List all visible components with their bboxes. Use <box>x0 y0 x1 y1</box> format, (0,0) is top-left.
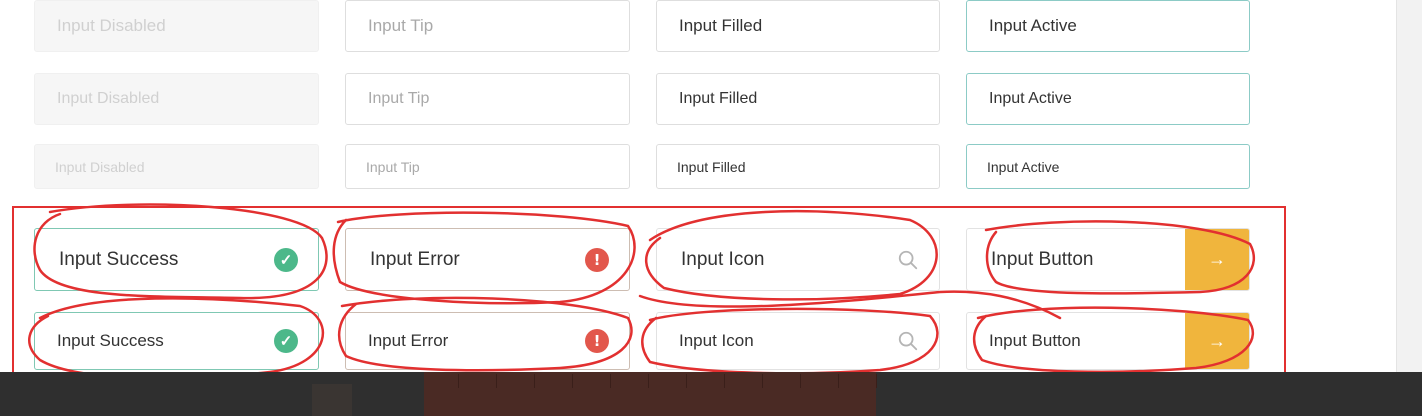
thumbnail-image <box>312 384 352 416</box>
bottom-dark-bar <box>0 372 1422 416</box>
input-filled[interactable]: Input Filled <box>656 0 940 52</box>
input-value: Input Active <box>989 90 1072 107</box>
color-swatch-strip <box>424 372 877 416</box>
input-disabled: Input Disabled <box>34 144 319 189</box>
input-disabled: Input Disabled <box>34 0 319 52</box>
input-value: Input Filled <box>679 90 758 107</box>
input-active[interactable]: Input Active <box>966 0 1250 52</box>
input-placeholder: Input Tip <box>368 90 430 107</box>
input-tip[interactable]: Input Tip <box>345 0 630 52</box>
input-placeholder: Input Tip <box>368 16 434 35</box>
input-tip[interactable]: Input Tip <box>345 73 630 125</box>
input-value: Input Disabled <box>55 158 145 175</box>
input-value: Input Filled <box>677 158 746 175</box>
input-active[interactable]: Input Active <box>966 144 1250 189</box>
input-value: Input Active <box>987 158 1060 175</box>
input-tip[interactable]: Input Tip <box>345 144 630 189</box>
input-filled[interactable]: Input Filled <box>656 73 940 125</box>
input-value: Input Filled <box>679 16 763 35</box>
input-value: Input Active <box>989 16 1077 35</box>
scrollbar-track[interactable] <box>1396 0 1422 372</box>
input-active[interactable]: Input Active <box>966 73 1250 125</box>
annotation-rectangle <box>12 206 1286 393</box>
input-value: Input Disabled <box>57 90 160 107</box>
input-placeholder: Input Tip <box>366 158 420 175</box>
input-disabled: Input Disabled <box>34 73 319 125</box>
input-value: Input Disabled <box>57 16 166 35</box>
input-filled[interactable]: Input Filled <box>656 144 940 189</box>
